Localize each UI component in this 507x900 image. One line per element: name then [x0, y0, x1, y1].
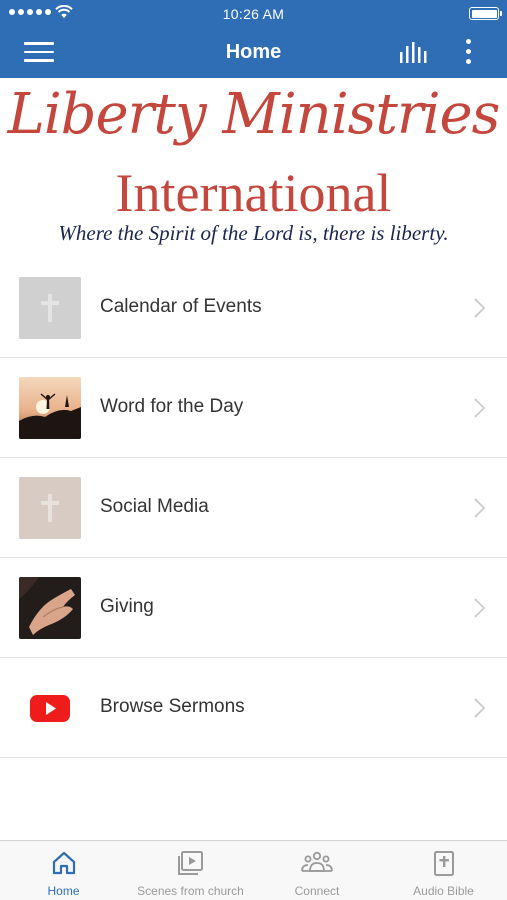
list-item-label: Giving [100, 596, 154, 617]
nav-bar: Home [0, 28, 507, 78]
ministry-banner: Liberty Ministries International Where t… [0, 78, 507, 258]
tab-label: Home [47, 884, 80, 898]
list-item-browse-sermons[interactable]: Browse Sermons [0, 658, 507, 758]
status-time: 10:26 AM [222, 6, 285, 22]
tab-bar: Home Scenes from church Connect Audio Bi… [0, 840, 507, 900]
list-item-calendar-of-events[interactable]: Calendar of Events [0, 258, 507, 358]
tab-connect[interactable]: Connect [254, 841, 380, 900]
video-library-icon [177, 851, 203, 875]
chevron-right-icon [474, 698, 486, 718]
list-item-label: Browse Sermons [100, 696, 245, 717]
chevron-right-icon [474, 598, 486, 618]
tab-audio-bible[interactable]: Audio Bible [380, 841, 507, 900]
cross-icon [19, 477, 81, 539]
sunset-photo-icon [19, 377, 81, 439]
tab-home[interactable]: Home [0, 841, 127, 900]
battery-icon [469, 7, 502, 20]
menu-list: Calendar of Events Word for the Day Soci… [0, 258, 507, 758]
chevron-right-icon [474, 398, 486, 418]
list-item-label: Calendar of Events [100, 296, 262, 317]
tab-label: Connect [294, 884, 340, 898]
banner-subtitle: International [115, 163, 392, 223]
more-vertical-icon[interactable] [458, 39, 478, 67]
chevron-right-icon [474, 298, 486, 318]
cross-icon [19, 277, 81, 339]
group-icon [301, 851, 333, 872]
youtube-icon [19, 677, 81, 739]
banner-tagline: Where the Spirit of the Lord is, there i… [58, 221, 449, 245]
list-item-label: Word for the Day [100, 396, 244, 417]
tab-label: Scenes from church [137, 884, 244, 898]
home-icon [52, 851, 75, 875]
list-item-word-for-the-day[interactable]: Word for the Day [0, 358, 507, 458]
list-item-social-media[interactable]: Social Media [0, 458, 507, 558]
status-bar: 10:26 AM [0, 0, 507, 28]
list-item-giving[interactable]: Giving [0, 558, 507, 658]
tab-label: Audio Bible [413, 884, 474, 898]
open-hand-photo-icon [19, 577, 81, 639]
audio-bars-icon[interactable] [398, 41, 430, 65]
page-title: Home [225, 41, 282, 63]
tab-scenes-from-church[interactable]: Scenes from church [127, 841, 254, 900]
list-item-label: Social Media [100, 496, 209, 517]
banner-title: Liberty Ministries [7, 82, 501, 147]
chevron-right-icon [474, 498, 486, 518]
bible-icon [433, 851, 454, 876]
